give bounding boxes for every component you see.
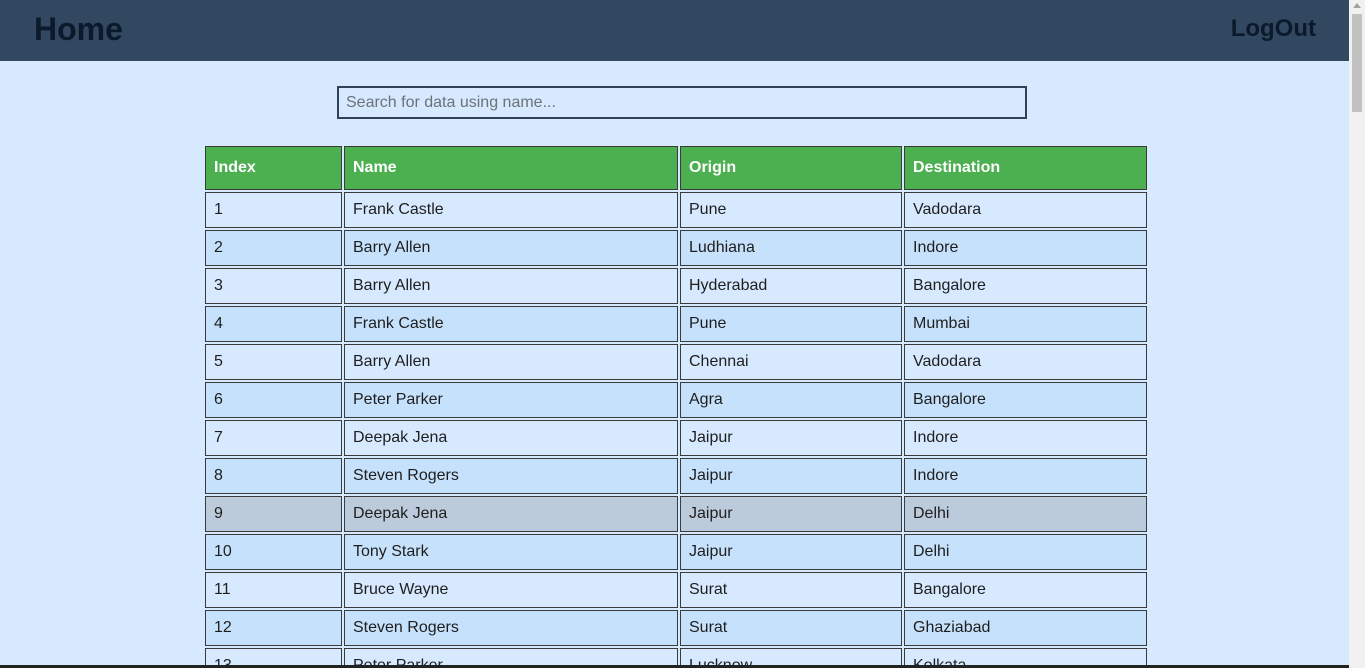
cell-origin: Hyderabad [680, 268, 902, 304]
cell-origin: Surat [680, 610, 902, 646]
cell-destination: Indore [904, 458, 1147, 494]
cell-name: Barry Allen [344, 230, 678, 266]
table-row[interactable]: 6 Peter Parker Agra Bangalore [205, 382, 1147, 418]
cell-origin: Jaipur [680, 534, 902, 570]
scrollbar-thumb[interactable] [1352, 14, 1362, 112]
cell-origin: Ludhiana [680, 230, 902, 266]
scroll-up-arrow-icon[interactable] [1353, 3, 1361, 8]
column-header-index[interactable]: Index [205, 146, 342, 190]
table-row[interactable]: 8 Steven Rogers Jaipur Indore [205, 458, 1147, 494]
cell-destination: Mumbai [904, 306, 1147, 342]
cell-destination: Delhi [904, 534, 1147, 570]
cell-origin: Surat [680, 572, 902, 608]
cell-destination: Indore [904, 230, 1147, 266]
cell-name: Barry Allen [344, 344, 678, 380]
column-header-name[interactable]: Name [344, 146, 678, 190]
cell-name: Frank Castle [344, 192, 678, 228]
page: Home LogOut Index Name Origin Destinatio… [0, 0, 1365, 668]
cell-destination: Ghaziabad [904, 610, 1147, 646]
table-row[interactable]: 7 Deepak Jena Jaipur Indore [205, 420, 1147, 456]
data-table: Index Name Origin Destination 1 Frank Cas… [203, 144, 1149, 668]
cell-destination: Bangalore [904, 268, 1147, 304]
cell-destination: Vadodara [904, 344, 1147, 380]
table-row[interactable]: 3 Barry Allen Hyderabad Bangalore [205, 268, 1147, 304]
table-row[interactable]: 5 Barry Allen Chennai Vadodara [205, 344, 1147, 380]
table-row[interactable]: 2 Barry Allen Ludhiana Indore [205, 230, 1147, 266]
column-header-origin[interactable]: Origin [680, 146, 902, 190]
cell-origin: Pune [680, 192, 902, 228]
cell-index: 4 [205, 306, 342, 342]
table-body: 1 Frank Castle Pune Vadodara 2 Barry Allen Lud… [205, 192, 1147, 668]
cell-index: 7 [205, 420, 342, 456]
navbar: Home LogOut [0, 0, 1349, 61]
search-input[interactable] [337, 86, 1027, 119]
cell-destination: Vadodara [904, 192, 1147, 228]
table-header-row: Index Name Origin Destination [205, 146, 1147, 190]
cell-destination: Bangalore [904, 572, 1147, 608]
cell-index: 6 [205, 382, 342, 418]
cell-index: 1 [205, 192, 342, 228]
cell-name: Deepak Jena [344, 420, 678, 456]
cell-name: Steven Rogers [344, 610, 678, 646]
table-row[interactable]: 4 Frank Castle Pune Mumbai [205, 306, 1147, 342]
table-row[interactable]: 10 Tony Stark Jaipur Delhi [205, 534, 1147, 570]
cell-origin: Pune [680, 306, 902, 342]
cell-destination: Delhi [904, 496, 1147, 532]
cell-index: 3 [205, 268, 342, 304]
cell-destination: Bangalore [904, 382, 1147, 418]
cell-index: 12 [205, 610, 342, 646]
column-header-destination[interactable]: Destination [904, 146, 1147, 190]
vertical-scrollbar[interactable] [1349, 0, 1365, 668]
cell-origin: Agra [680, 382, 902, 418]
home-link[interactable]: Home [34, 11, 123, 48]
table-row[interactable]: 11 Bruce Wayne Surat Bangalore [205, 572, 1147, 608]
cell-name: Barry Allen [344, 268, 678, 304]
cell-name: Frank Castle [344, 306, 678, 342]
table-row[interactable]: 12 Steven Rogers Surat Ghaziabad [205, 610, 1147, 646]
cell-origin: Jaipur [680, 496, 902, 532]
cell-index: 8 [205, 458, 342, 494]
cell-index: 9 [205, 496, 342, 532]
cell-index: 5 [205, 344, 342, 380]
cell-destination: Indore [904, 420, 1147, 456]
cell-index: 10 [205, 534, 342, 570]
cell-index: 11 [205, 572, 342, 608]
cell-origin: Jaipur [680, 420, 902, 456]
cell-index: 2 [205, 230, 342, 266]
logout-link[interactable]: LogOut [1231, 15, 1316, 43]
cell-name: Steven Rogers [344, 458, 678, 494]
table-row[interactable]: 1 Frank Castle Pune Vadodara [205, 192, 1147, 228]
cell-name: Bruce Wayne [344, 572, 678, 608]
table-row[interactable]: 9 Deepak Jena Jaipur Delhi [205, 496, 1147, 532]
cell-origin: Chennai [680, 344, 902, 380]
cell-name: Tony Stark [344, 534, 678, 570]
cell-origin: Jaipur [680, 458, 902, 494]
cell-name: Deepak Jena [344, 496, 678, 532]
cell-name: Peter Parker [344, 382, 678, 418]
